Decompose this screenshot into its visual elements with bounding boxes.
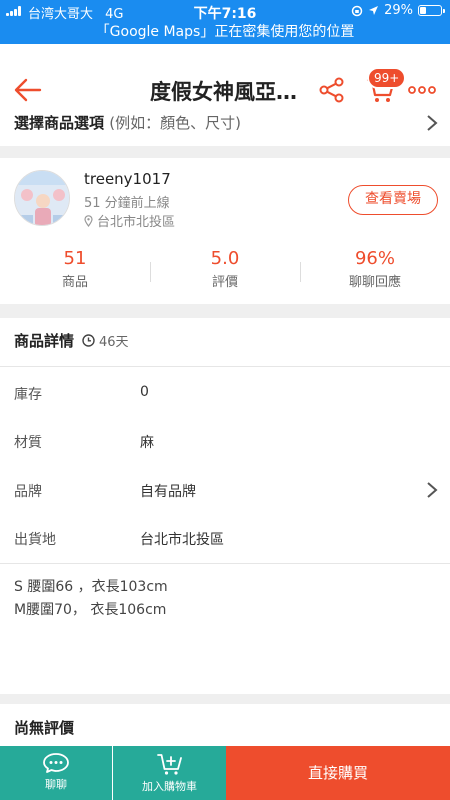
listing-age-text: 46天 [99, 335, 129, 350]
stat-label: 商品 [61, 275, 88, 290]
spec-row-brand[interactable]: 品牌 自有品牌 [0, 467, 450, 515]
divider [0, 366, 450, 367]
spec-row-stock: 庫存 0 [0, 370, 450, 418]
stat-label: 評價 [211, 275, 238, 290]
clock-icon [82, 334, 95, 347]
avatar-image [15, 171, 69, 225]
options-hint: (例如：顏色、尺寸) [109, 114, 241, 132]
chat-label: 聊聊 [45, 778, 67, 791]
cart-count-badge: 99+ [367, 67, 407, 89]
listing-age: 46天 [82, 331, 129, 350]
stat-products[interactable]: 51 商品 [0, 248, 150, 290]
status-bar: 台湾大哥大 4G 下午7:16 29% 「Google Maps」正在密集使用您… [0, 0, 450, 44]
spec-value: 0 [140, 384, 149, 400]
bottom-action-bar: 聊聊 加入購物車 直接購買 [0, 746, 450, 800]
details-header: 商品詳情 46天 [14, 330, 129, 351]
product-details: 商品詳情 46天 庫存 0 材質 麻 品牌 自有品牌 出貨地 台北市北投區 S … [0, 318, 450, 694]
location-pin-icon [84, 214, 93, 227]
seller-name[interactable]: treeny1017 [84, 170, 171, 188]
spec-row-material: 材質 麻 [0, 418, 450, 466]
chat-bubble-icon [43, 753, 69, 773]
battery-percent: 29% [384, 3, 413, 18]
buy-now-button[interactable]: 直接購買 [226, 746, 450, 800]
section-divider [0, 146, 450, 158]
stat-rating[interactable]: 5.0 評價 [150, 248, 300, 290]
more-options-icon[interactable] [408, 84, 436, 96]
stat-chat-response[interactable]: 96% 聊聊回應 [300, 248, 450, 290]
spec-value: 麻 [140, 435, 154, 451]
add-to-cart-icon [156, 754, 182, 775]
seller-card: treeny1017 51 分鐘前上線 台北市北投區 查看賣場 51 商品 5.… [0, 158, 450, 304]
stat-value: 51 [63, 248, 87, 269]
chat-button[interactable]: 聊聊 [0, 746, 112, 800]
status-right: 29% [351, 3, 445, 18]
spec-label: 庫存 [14, 387, 42, 403]
options-title: 選擇商品選項 [14, 114, 105, 132]
chevron-right-icon [427, 482, 438, 498]
divider [0, 563, 450, 564]
product-description: S 腰圍66 ，衣長103cm M腰圍70， 衣長106cm [14, 576, 168, 622]
seller-last-online: 51 分鐘前上線 [84, 196, 170, 211]
page-title: 度假女神風亞麻洋裝 [150, 80, 310, 104]
description-line: M腰圍70， 衣長106cm [14, 602, 167, 618]
status-row: 台湾大哥大 4G 下午7:16 29% [0, 2, 450, 22]
select-options-row[interactable]: 選擇商品選項 (例如：顏色、尺寸) [0, 110, 450, 142]
section-divider [0, 694, 450, 704]
reviews-title: 尚無評價 [14, 719, 75, 737]
spec-value: 自有品牌 [140, 484, 196, 500]
rotation-lock-icon [351, 5, 363, 16]
options-label: 選擇商品選項 (例如：顏色、尺寸) [14, 112, 241, 133]
spec-label: 品牌 [14, 484, 42, 500]
chevron-right-icon [427, 115, 438, 131]
stat-value: 96% [354, 248, 395, 269]
battery-level [420, 7, 426, 14]
add-to-cart-label: 加入購物車 [142, 780, 197, 793]
location-arrow-icon [369, 6, 379, 15]
details-title: 商品詳情 [14, 332, 75, 350]
description-line: S 腰圍66 ，衣長103cm [14, 579, 168, 595]
battery-icon [418, 5, 445, 16]
share-icon[interactable] [318, 76, 346, 104]
seller-location: 台北市北投區 [84, 211, 175, 230]
spec-label: 材質 [14, 435, 42, 451]
add-to-cart-button[interactable]: 加入購物車 [113, 746, 226, 800]
spec-row-ship-from: 出貨地 台北市北投區 [0, 515, 450, 563]
stat-label: 聊聊回應 [348, 275, 401, 290]
seller-avatar[interactable] [14, 170, 70, 226]
view-shop-button[interactable]: 查看賣場 [348, 185, 438, 215]
stat-value: 5.0 [210, 248, 240, 269]
location-banner[interactable]: 「Google Maps」正在密集使用您的位置 [0, 21, 450, 41]
seller-location-text: 台北市北投區 [97, 215, 176, 230]
spec-label: 出貨地 [14, 532, 56, 548]
spec-value: 台北市北投區 [140, 532, 224, 548]
section-divider [0, 304, 450, 318]
back-arrow-icon[interactable] [12, 76, 44, 104]
